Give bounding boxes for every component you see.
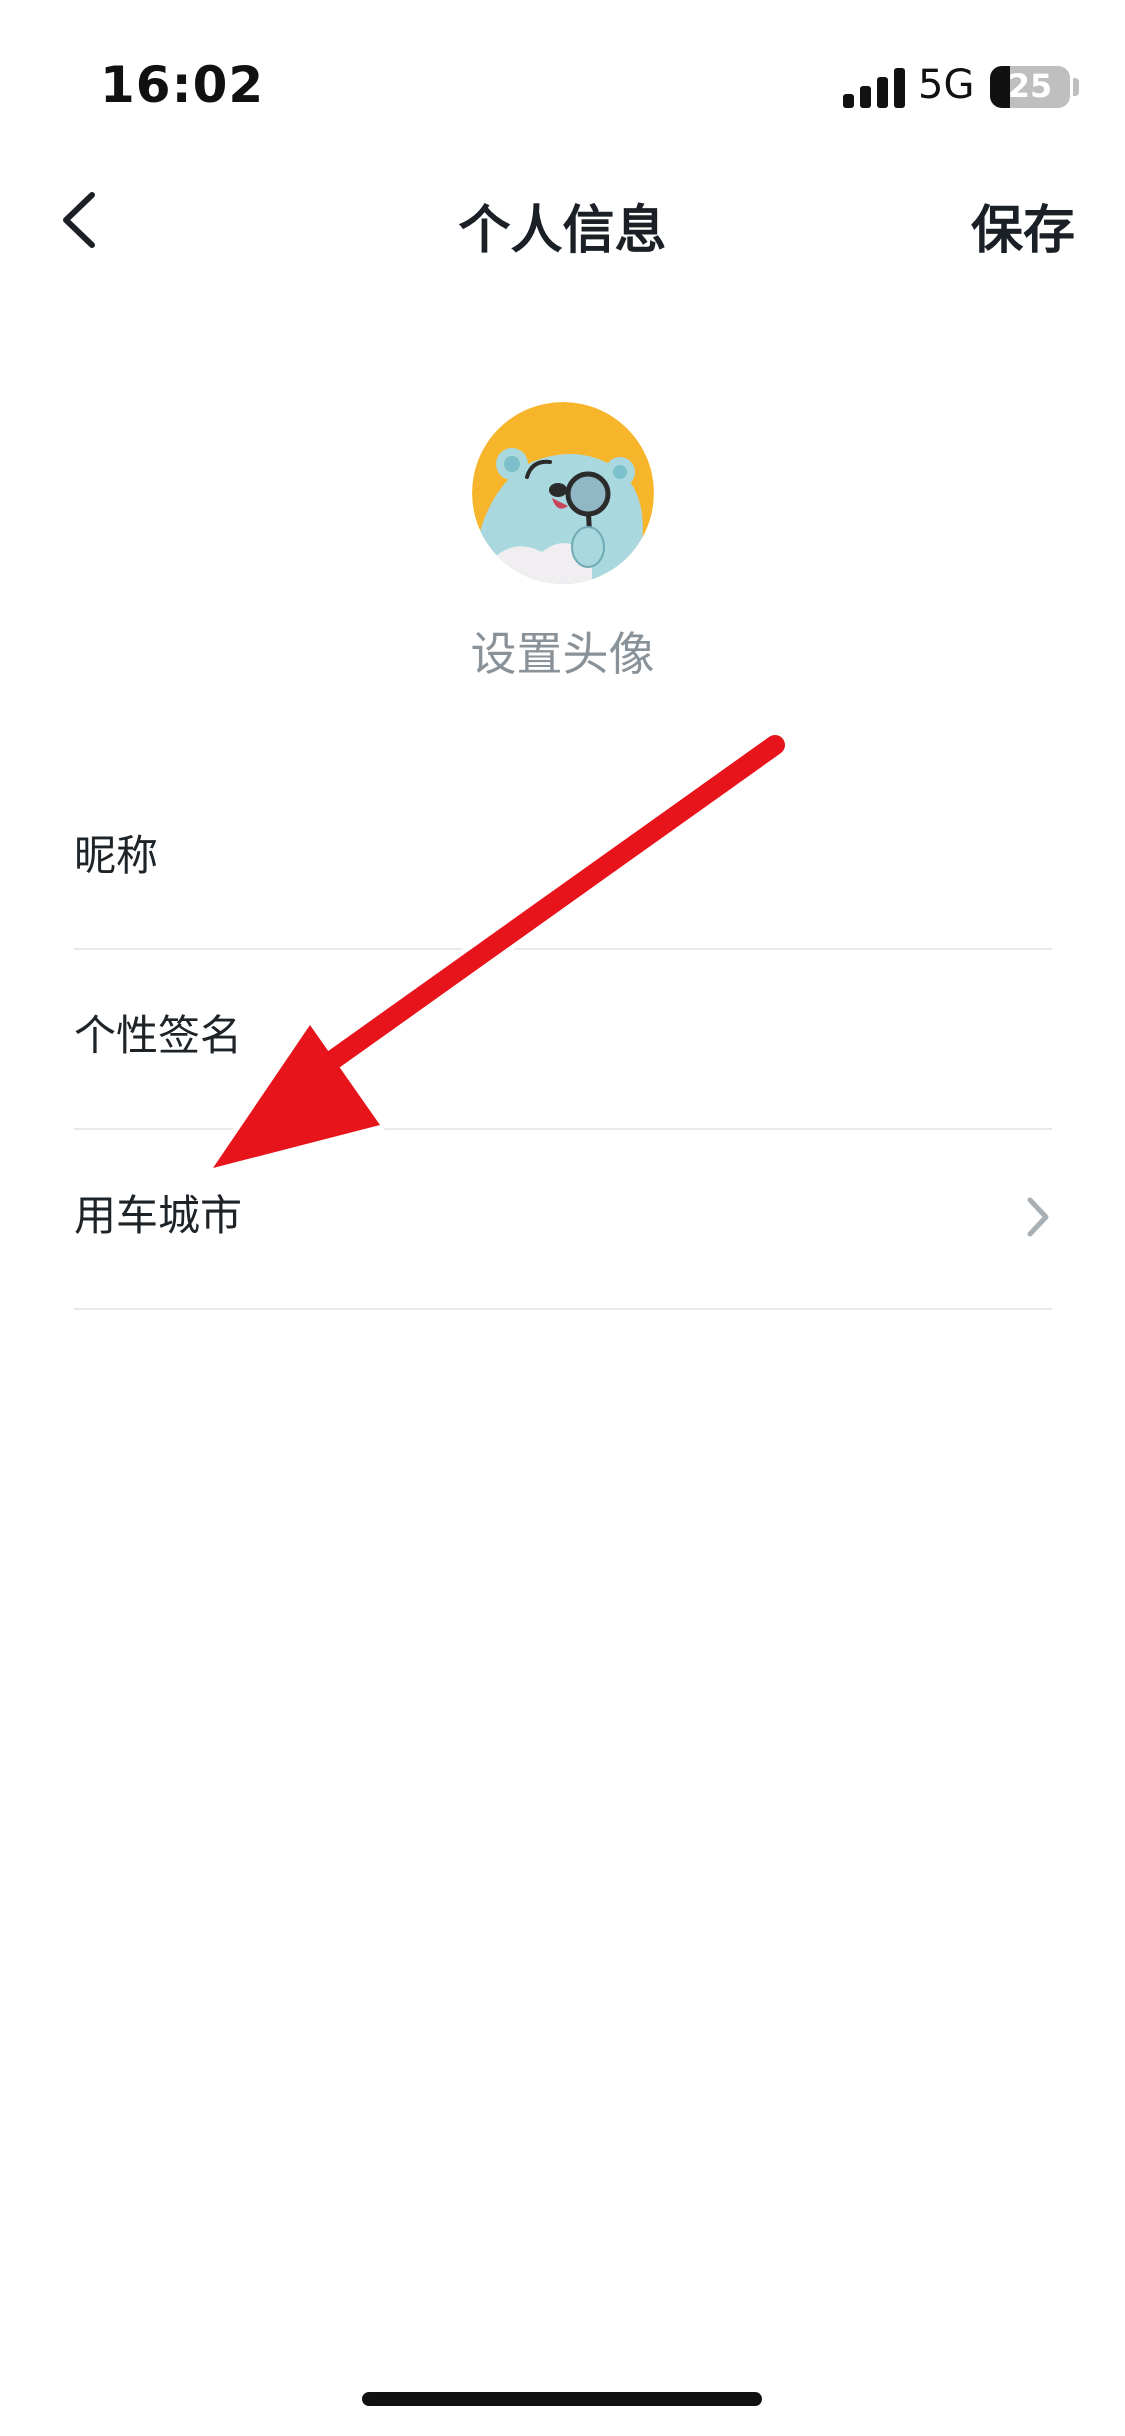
- signature-row[interactable]: 个性签名: [74, 950, 1052, 1130]
- nav-bar: 个人信息 保存: [0, 170, 1125, 270]
- signal-icon: [843, 68, 905, 108]
- row-label-city: 用车城市: [74, 1191, 243, 1240]
- save-button[interactable]: 保存: [971, 188, 1075, 263]
- status-time: 16:02: [100, 56, 265, 114]
- avatar[interactable]: [472, 402, 654, 584]
- bear-avatar-icon: [472, 402, 654, 584]
- battery-icon: 25: [990, 66, 1070, 108]
- status-bar: 16:02 5G 25: [0, 0, 1125, 180]
- network-type: 5G: [918, 62, 975, 108]
- page-title: 个人信息: [458, 201, 667, 261]
- profile-form: 昵称 个性签名 用车城市: [74, 770, 1052, 1310]
- row-label-signature: 个性签名: [74, 1011, 243, 1060]
- row-label-nickname: 昵称: [74, 831, 159, 880]
- city-row[interactable]: 用车城市: [74, 1130, 1052, 1310]
- chevron-right-icon: [1027, 1197, 1049, 1237]
- battery-level: 25: [1007, 67, 1053, 105]
- battery-tip: [1073, 78, 1079, 96]
- nickname-row[interactable]: 昵称: [74, 770, 1052, 950]
- home-indicator[interactable]: [362, 2392, 762, 2406]
- set-avatar-link[interactable]: 设置头像: [0, 618, 1125, 684]
